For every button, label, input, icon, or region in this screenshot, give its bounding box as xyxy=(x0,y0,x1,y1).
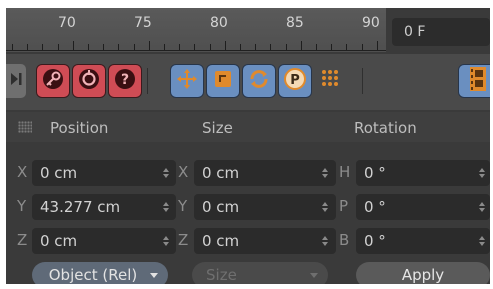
coordinates-footer: Object (Rel) Size Apply xyxy=(6,262,490,284)
chevron-down-icon xyxy=(150,273,158,278)
size-z-field[interactable]: 0 cm xyxy=(194,228,336,254)
grip-icon[interactable] xyxy=(18,121,32,133)
dots-icon xyxy=(320,68,342,94)
position-y-field[interactable]: 43.277 cm xyxy=(32,194,176,220)
rotation-axis-label: H xyxy=(339,163,351,181)
position-z-stepper[interactable] xyxy=(162,228,170,254)
apply-label: Apply xyxy=(401,266,445,284)
apply-button[interactable]: Apply xyxy=(356,262,490,284)
rotation-b-stepper[interactable] xyxy=(478,228,486,254)
coordinate-row-x: X 0 cm X 0 cm H 0 ° xyxy=(6,158,490,188)
svg-text:?: ? xyxy=(121,72,129,88)
ruler-tick xyxy=(148,41,150,50)
rotation-p-stepper[interactable] xyxy=(478,194,486,220)
ruler-baseline xyxy=(6,50,386,51)
grid-dots-button[interactable] xyxy=(314,64,348,98)
help-button[interactable]: ? xyxy=(108,64,142,98)
play-end-icon xyxy=(9,71,23,91)
coordinate-mode-label: Object (Rel) xyxy=(48,266,138,284)
scale-tool-button[interactable] xyxy=(206,64,240,98)
film-button[interactable] xyxy=(458,64,490,98)
rotate-tool-button[interactable] xyxy=(242,64,276,98)
toolbar-divider xyxy=(147,68,148,94)
size-z-stepper[interactable] xyxy=(321,228,329,254)
size-axis-label: Z xyxy=(178,231,189,249)
autokey-icon xyxy=(77,67,101,95)
move-icon xyxy=(175,67,199,95)
position-axis-label: X xyxy=(17,163,28,181)
position-z-field[interactable]: 0 cm xyxy=(32,228,176,254)
coordinate-row-y: Y 43.277 cm Y 0 cm P 0 ° xyxy=(6,192,490,222)
position-x-field[interactable]: 0 cm xyxy=(32,160,176,186)
position-x-stepper[interactable] xyxy=(162,160,170,186)
size-y-field[interactable]: 0 cm xyxy=(194,194,336,220)
coordinates-panel: Position Size Rotation X 0 cm X 0 cm H 0… xyxy=(6,112,490,284)
scale-icon xyxy=(212,68,234,94)
coordinate-row-z: Z 0 cm Z 0 cm B 0 ° xyxy=(6,226,490,256)
toolbar-divider xyxy=(362,68,363,94)
size-y-stepper[interactable] xyxy=(321,194,329,220)
position-y-stepper[interactable] xyxy=(162,194,170,220)
help-icon: ? xyxy=(113,67,137,95)
ruler-tick xyxy=(72,41,74,50)
record-keyframe-button[interactable] xyxy=(36,64,70,98)
size-axis-label: X xyxy=(178,163,189,181)
film-icon xyxy=(468,66,488,96)
chevron-down-icon xyxy=(310,273,318,278)
keyframe-icon xyxy=(41,67,65,95)
toolbar: ? P xyxy=(6,54,490,110)
point-icon: P xyxy=(283,67,307,95)
size-x-field[interactable]: 0 cm xyxy=(194,160,336,186)
points-mode-button[interactable]: P xyxy=(278,64,312,98)
ruler-tick xyxy=(300,41,302,50)
size-axis-label: Y xyxy=(178,197,188,215)
rotation-axis-label: P xyxy=(339,197,349,215)
position-axis-label: Y xyxy=(17,197,27,215)
ruler-label: 90 xyxy=(362,15,380,31)
rotation-h-field[interactable]: 0 ° xyxy=(356,160,490,186)
size-mode-dropdown[interactable]: Size xyxy=(192,262,328,284)
current-frame-field[interactable]: 0 F xyxy=(392,18,490,46)
ruler-tick xyxy=(376,41,378,50)
rotation-header: Rotation xyxy=(354,119,417,137)
size-mode-label: Size xyxy=(206,266,237,284)
size-header: Size xyxy=(202,119,233,137)
coordinate-mode-dropdown[interactable]: Object (Rel) xyxy=(32,262,168,284)
timeline-ruler[interactable]: 70 75 80 85 90 xyxy=(6,8,386,52)
ruler-label: 70 xyxy=(58,15,76,31)
rotation-b-field[interactable]: 0 ° xyxy=(356,228,490,254)
coordinates-header: Position Size Rotation xyxy=(6,112,490,142)
ruler-label: 75 xyxy=(134,15,152,31)
autokey-button[interactable] xyxy=(72,64,106,98)
position-header: Position xyxy=(50,119,109,137)
ruler-tick xyxy=(224,41,226,50)
size-x-stepper[interactable] xyxy=(321,160,329,186)
ruler-label: 85 xyxy=(286,15,304,31)
rotation-p-field[interactable]: 0 ° xyxy=(356,194,490,220)
go-to-end-button[interactable] xyxy=(6,64,26,98)
rotate-icon xyxy=(247,67,271,95)
coordinate-manager-window: 70 75 80 85 90 0 F ? P Position Size Rot… xyxy=(6,8,490,284)
move-tool-button[interactable] xyxy=(170,64,204,98)
ruler-label: 80 xyxy=(210,15,228,31)
svg-text:P: P xyxy=(290,73,300,88)
rotation-h-stepper[interactable] xyxy=(478,160,486,186)
rotation-axis-label: B xyxy=(339,231,350,249)
position-axis-label: Z xyxy=(17,231,28,249)
